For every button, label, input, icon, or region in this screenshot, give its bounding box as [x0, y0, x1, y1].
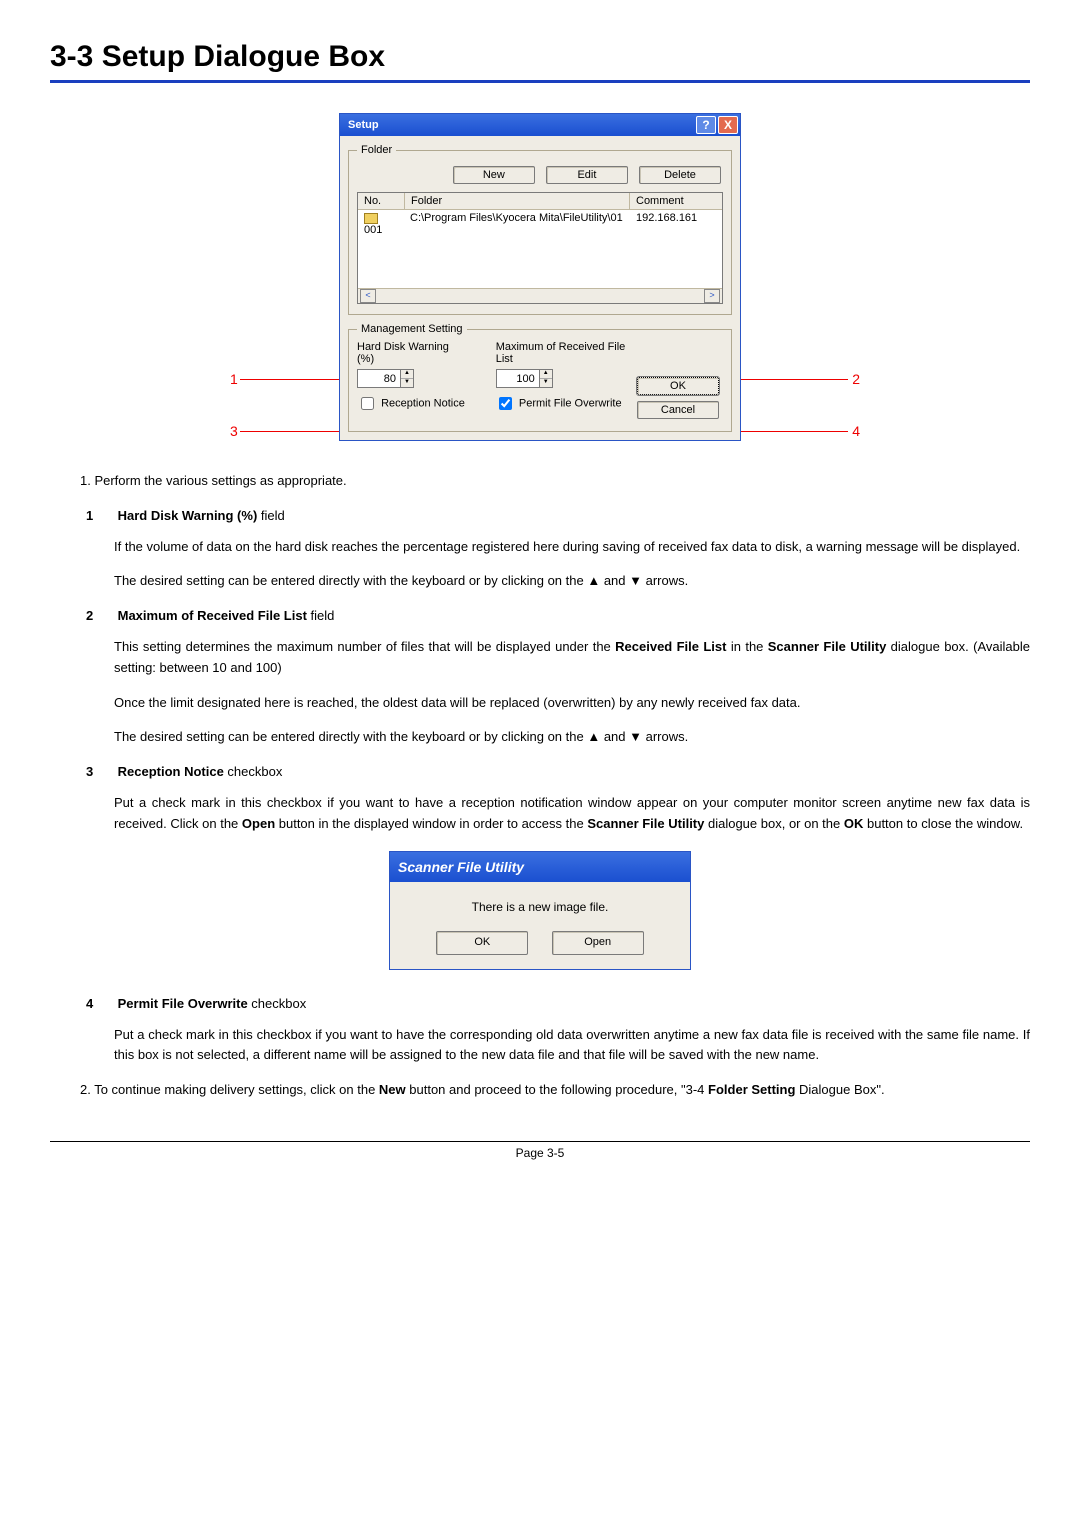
sfu-open-button[interactable]: Open [552, 931, 644, 955]
setup-dialog: Setup ? X Folder New Edit Delete No. Fol… [339, 113, 741, 441]
spin-down-icon[interactable]: ▼ [401, 379, 413, 387]
close-icon[interactable]: X [718, 116, 738, 134]
management-setting-group: Management Setting Hard Disk Warning (%)… [348, 323, 732, 432]
edit-button[interactable]: Edit [546, 166, 628, 184]
item-2-p2: Once the limit designated here is reache… [114, 693, 1030, 714]
item-3-p1: Put a check mark in this checkbox if you… [114, 793, 1030, 835]
callout-3: 3 [230, 423, 238, 439]
folder-group: Folder New Edit Delete No. Folder Commen… [348, 144, 732, 315]
down-arrow-icon [629, 729, 642, 744]
item-1-heading: 1 Hard Disk Warning (%) field [114, 506, 1030, 527]
max-list-label: Maximum of Received File List [496, 341, 641, 365]
item-1-title-rest: field [257, 508, 284, 523]
step-1: 1. Perform the various settings as appro… [80, 471, 1030, 492]
help-icon[interactable]: ? [696, 116, 716, 134]
item-1-p2: The desired setting can be entered direc… [114, 571, 1030, 592]
callout-2: 2 [852, 371, 860, 387]
reception-notice-input[interactable] [361, 397, 374, 410]
item-1-title-bold: Hard Disk Warning (%) [118, 508, 258, 523]
row-folder: C:\Program Files\Kyocera Mita\FileUtilit… [404, 210, 630, 238]
permit-overwrite-input[interactable] [499, 397, 512, 410]
callout-1: 1 [230, 371, 238, 387]
item-1-p1: If the volume of data on the hard disk r… [114, 537, 1030, 558]
sfu-message: There is a new image file. [402, 898, 678, 917]
item-3-title-rest: checkbox [224, 764, 283, 779]
footer-rule [50, 1141, 1030, 1142]
item-4-num: 4 [86, 994, 114, 1015]
item-4-title-rest: checkbox [248, 996, 307, 1011]
hd-warning-input[interactable] [358, 372, 400, 386]
row-comment: 192.168.161 [630, 210, 722, 238]
dialog-titlebar: Setup ? X [340, 114, 740, 136]
spin-down-icon[interactable]: ▼ [540, 379, 552, 387]
item-4-heading: 4 Permit File Overwrite checkbox [114, 994, 1030, 1015]
item-1-num: 1 [86, 506, 114, 527]
permit-overwrite-checkbox[interactable]: Permit File Overwrite [495, 394, 622, 413]
callout-4: 4 [852, 423, 860, 439]
hd-warning-spinner[interactable]: ▲ ▼ [357, 369, 414, 388]
item-3-title-bold: Reception Notice [118, 764, 224, 779]
spin-up-icon[interactable]: ▲ [540, 370, 552, 379]
reception-notice-checkbox[interactable]: Reception Notice [357, 394, 465, 413]
hd-warning-field: Hard Disk Warning (%) ▲ ▼ [357, 341, 466, 388]
col-folder[interactable]: Folder [405, 193, 630, 209]
max-list-input[interactable] [497, 372, 539, 386]
col-comment[interactable]: Comment [630, 193, 722, 209]
up-arrow-icon [587, 573, 600, 588]
page-number: Page 3-5 [50, 1146, 1030, 1160]
item-2-heading: 2 Maximum of Received File List field [114, 606, 1030, 627]
item-2-title-rest: field [307, 608, 334, 623]
callout-1-line [240, 379, 350, 380]
item-3-num: 3 [86, 762, 114, 783]
hscroll[interactable]: < > [358, 288, 722, 303]
item-2-p3: The desired setting can be entered direc… [114, 727, 1030, 748]
step-2: 2. To continue making delivery settings,… [80, 1080, 1030, 1101]
item-4-title-bold: Permit File Overwrite [118, 996, 248, 1011]
cancel-button[interactable]: Cancel [637, 401, 719, 419]
row-no: 001 [364, 224, 382, 236]
ok-button[interactable]: OK [637, 377, 719, 395]
permit-overwrite-label: Permit File Overwrite [519, 397, 622, 409]
sfu-ok-button[interactable]: OK [436, 931, 528, 955]
folder-list-header: No. Folder Comment [358, 193, 722, 210]
item-2-p1: This setting determines the maximum numb… [114, 637, 1030, 679]
sfu-title: Scanner File Utility [390, 852, 690, 882]
heading-rule [50, 80, 1030, 83]
spin-up-icon[interactable]: ▲ [401, 370, 413, 379]
max-list-spinner[interactable]: ▲ ▼ [496, 369, 553, 388]
new-button[interactable]: New [453, 166, 535, 184]
reception-notice-label: Reception Notice [381, 397, 465, 409]
col-no[interactable]: No. [358, 193, 405, 209]
folder-legend: Folder [357, 144, 396, 156]
item-4-p1: Put a check mark in this checkbox if you… [114, 1025, 1030, 1067]
scroll-right-icon[interactable]: > [704, 289, 720, 303]
max-list-field: Maximum of Received File List ▲ ▼ [496, 341, 641, 388]
folder-icon [364, 213, 378, 224]
dialog-title: Setup [348, 119, 694, 131]
scroll-left-icon[interactable]: < [360, 289, 376, 303]
folder-list[interactable]: No. Folder Comment 001 C:\Program Files\… [357, 192, 723, 304]
setup-dialog-figure: 1 2 3 4 Setup ? X Folder New Edit Delete… [220, 113, 860, 441]
mgmt-legend: Management Setting [357, 323, 467, 335]
item-2-title-bold: Maximum of Received File List [118, 608, 307, 623]
down-arrow-icon [629, 573, 642, 588]
up-arrow-icon [587, 729, 600, 744]
delete-button[interactable]: Delete [639, 166, 721, 184]
sfu-dialog: Scanner File Utility There is a new imag… [389, 851, 691, 970]
body-text: 1. Perform the various settings as appro… [50, 471, 1030, 1101]
item-2-num: 2 [86, 606, 114, 627]
hd-warning-label: Hard Disk Warning (%) [357, 341, 466, 365]
section-heading: 3-3 Setup Dialogue Box [50, 40, 1030, 74]
table-row[interactable]: 001 C:\Program Files\Kyocera Mita\FileUt… [358, 210, 722, 238]
item-3-heading: 3 Reception Notice checkbox [114, 762, 1030, 783]
